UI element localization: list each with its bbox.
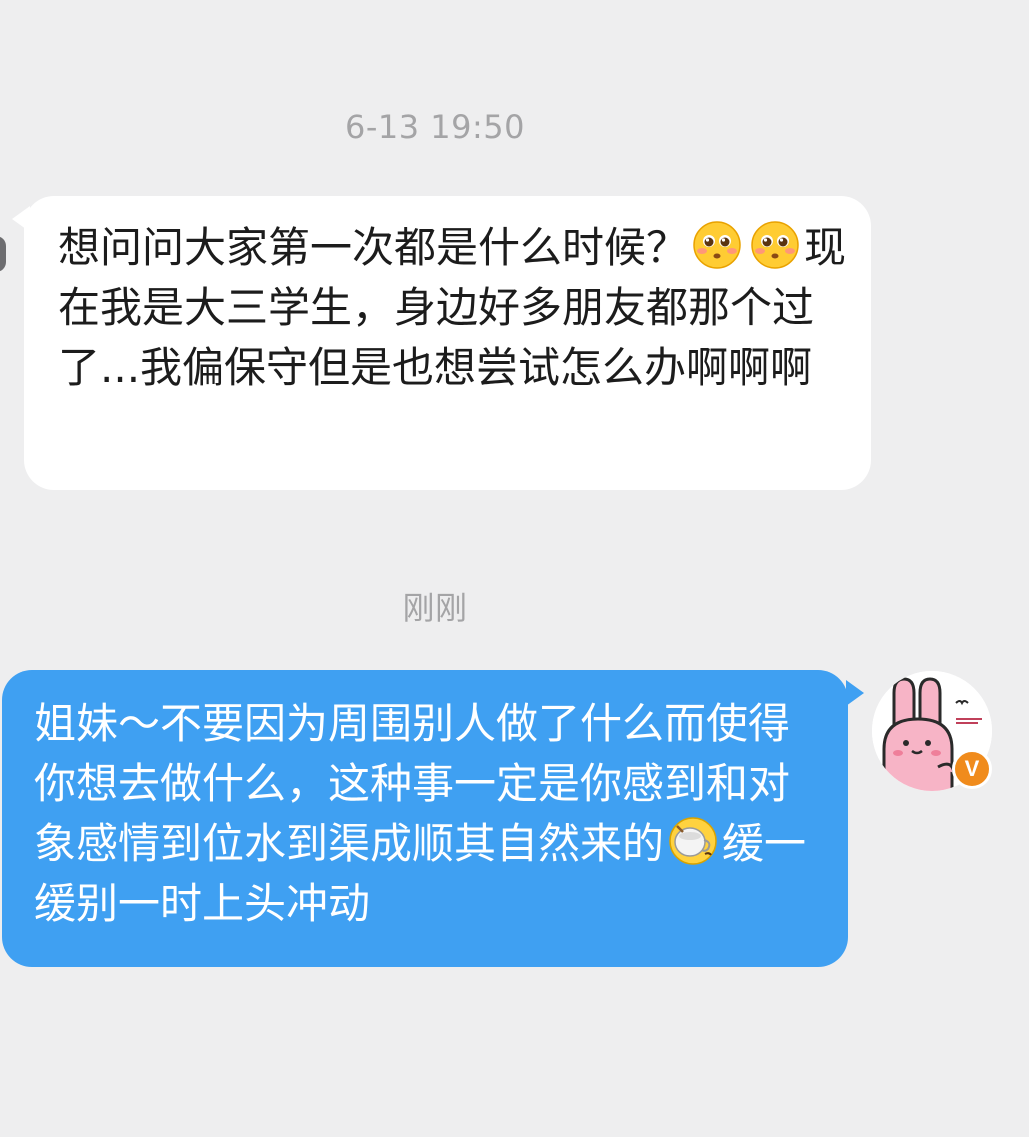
pleading-face-emoji-icon (751, 221, 799, 269)
sent-message-bubble[interactable]: 姐妹～不要因为周围别人做了什么而使得你想去做什么，这种事一定是你感到和对象感情到… (2, 670, 848, 967)
tea-cup-emoji-icon (669, 817, 717, 865)
message-timestamp-recent: 刚刚 (402, 589, 468, 627)
message-timestamp: 6-13 19:50 (344, 108, 525, 146)
other-user-avatar[interactable] (0, 236, 6, 272)
verified-badge-icon: V (952, 749, 992, 789)
pleading-face-emoji-icon (693, 221, 741, 269)
sent-bubble-tail (846, 680, 864, 706)
received-message-text: 想问问大家第一次都是什么时候？ (58, 223, 689, 272)
received-message-bubble[interactable]: 想问问大家第一次都是什么时候？ 现在我是大三学生，身边好多朋友都那个过了...我偏… (24, 196, 871, 490)
